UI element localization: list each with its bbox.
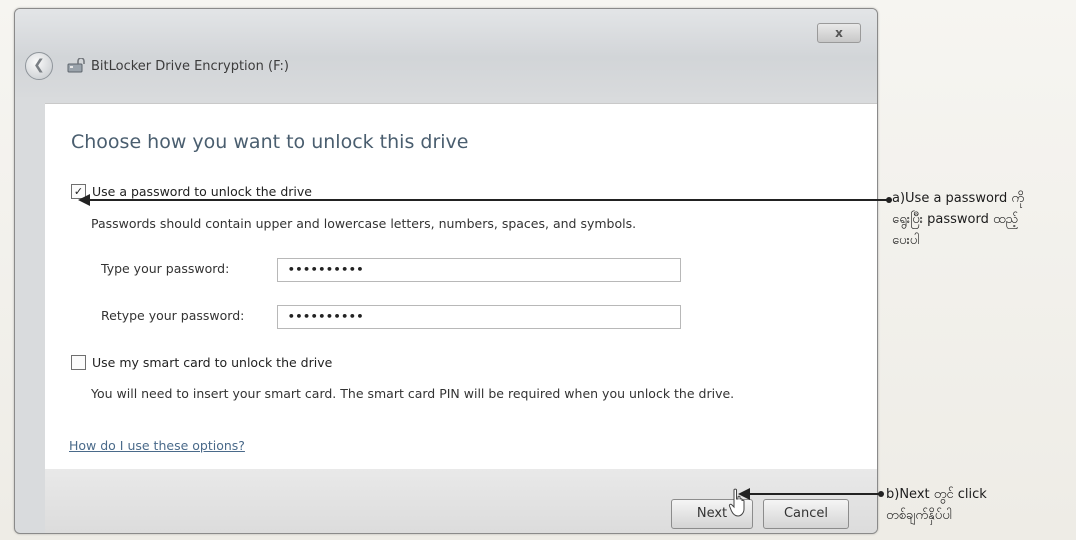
annotation-a-line — [88, 199, 888, 201]
dialog-content: Choose how you want to unlock this drive… — [45, 103, 877, 470]
annotation-a-arrowhead — [78, 194, 90, 206]
help-link[interactable]: How do I use these options? — [69, 438, 245, 453]
password-option-label: Use a password to unlock the drive — [92, 184, 312, 199]
dialog-footer: Next Cancel — [45, 469, 877, 533]
annotation-a-line2: ရွေးပြီး password ထည့် — [892, 212, 1019, 227]
annotation-b-line2: တစ်ချက်နှိပ်ပါ — [886, 508, 952, 523]
smartcard-option-row[interactable]: Use my smart card to unlock the drive — [71, 355, 332, 370]
window-title: BitLocker Drive Encryption (F:) — [91, 59, 289, 74]
password-description: Passwords should contain upper and lower… — [91, 216, 637, 231]
bitlocker-dialog: x ❮ BitLocker Drive Encryption (F:) Choo… — [14, 8, 878, 534]
back-button[interactable]: ❮ — [25, 52, 53, 80]
smartcard-description: You will need to insert your smart card.… — [91, 386, 735, 401]
back-arrow-icon: ❮ — [33, 57, 45, 73]
bitlocker-drive-icon — [67, 58, 85, 73]
annotation-a-line1: a)Use a password ကို — [892, 191, 1025, 206]
title-bar: x ❮ BitLocker Drive Encryption (F:) — [15, 9, 877, 97]
smartcard-checkbox[interactable] — [71, 355, 86, 370]
annotation-b-arrowhead — [738, 488, 750, 500]
retype-password-label: Retype your password: — [101, 308, 245, 323]
retype-password-input[interactable]: •••••••••• — [277, 305, 681, 329]
annotation-b-line1: b)Next တွင် click — [886, 487, 987, 502]
type-password-label: Type your password: — [101, 261, 230, 276]
type-password-input[interactable]: •••••••••• — [277, 258, 681, 282]
page-heading: Choose how you want to unlock this drive — [71, 131, 469, 153]
password-option-row[interactable]: ✓ Use a password to unlock the drive — [71, 184, 312, 199]
close-button[interactable]: x — [817, 23, 861, 43]
annotation-a-line3: ပေးပါ — [892, 233, 920, 248]
cancel-button[interactable]: Cancel — [763, 499, 849, 529]
smartcard-option-label: Use my smart card to unlock the drive — [92, 355, 333, 370]
annotation-b-text: b)Next တွင် click တစ်ချက်နှိပ်ပါ — [886, 484, 987, 526]
annotation-b-line — [748, 493, 880, 495]
annotation-a-text: a)Use a password ကို ရွေးပြီး password ထ… — [892, 188, 1024, 251]
